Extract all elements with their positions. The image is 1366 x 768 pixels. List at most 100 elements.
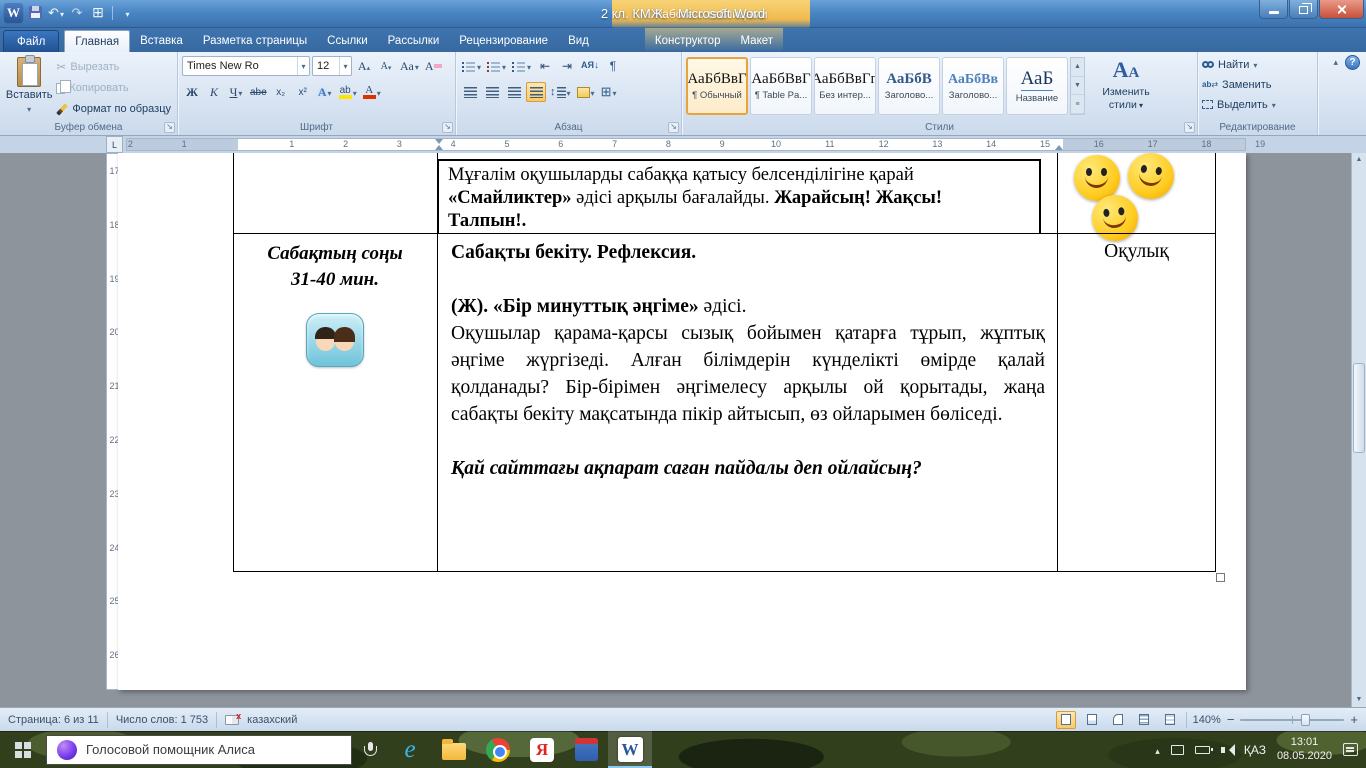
change-styles-button[interactable]: Изменить стили — [1091, 55, 1161, 112]
style-table-paragraph[interactable]: АаБбВвГ ¶ Table Pa... — [750, 57, 812, 115]
web-layout-view-button[interactable] — [1108, 711, 1128, 729]
text-effects-button[interactable]: А — [315, 82, 335, 102]
styles-scroll-up-icon[interactable]: ▲ — [1071, 58, 1084, 77]
multilevel-dropdown-icon[interactable] — [527, 59, 531, 73]
cut-button[interactable]: Вырезать — [54, 57, 173, 77]
tab-references[interactable]: Ссылки — [317, 30, 378, 52]
document-page[interactable]: Мұғалім оқушыларды сабаққа қатысу белсен… — [118, 153, 1246, 690]
replace-button[interactable]: Заменить — [1202, 75, 1313, 94]
fullscreen-reading-view-button[interactable] — [1082, 711, 1102, 729]
shading-button[interactable] — [575, 82, 597, 102]
tab-view[interactable]: Вид — [558, 30, 599, 52]
voice-search-button[interactable] — [352, 731, 388, 768]
battery-icon[interactable] — [1195, 746, 1210, 754]
action-center-icon[interactable] — [1343, 743, 1358, 756]
minimize-ribbon-icon[interactable] — [1333, 57, 1338, 68]
numbering-button[interactable] — [485, 56, 508, 76]
superscript-button[interactable]: х² — [293, 82, 313, 102]
paste-button[interactable]: Вставить — [4, 55, 54, 119]
align-left-button[interactable] — [460, 82, 480, 102]
taskbar-clock[interactable]: 13:01 08.05.2020 — [1277, 736, 1332, 763]
word-count[interactable]: Число слов: 1 753 — [116, 714, 208, 726]
format-painter-button[interactable]: Формат по образцу — [54, 99, 173, 119]
zoom-level[interactable]: 140% — [1193, 714, 1221, 726]
font-name-dropdown-icon[interactable] — [297, 57, 309, 75]
outline-view-button[interactable] — [1134, 711, 1154, 729]
zoom-out-button[interactable]: − — [1227, 715, 1235, 725]
style-no-spacing[interactable]: АаБбВвГг, Без интер... — [814, 57, 876, 115]
stage-cell[interactable]: Сабақтың соңы 31-40 мин. — [234, 241, 436, 571]
select-dropdown-icon[interactable] — [1272, 99, 1276, 111]
font-color-dropdown-icon[interactable] — [377, 85, 381, 99]
strikethrough-button[interactable]: abe — [248, 82, 269, 102]
style-normal[interactable]: АаБбВвГ ¶ Обычный — [686, 57, 748, 115]
highlight-dropdown-icon[interactable] — [353, 85, 357, 99]
input-language-indicator[interactable]: ҚАЗ — [1244, 743, 1266, 757]
font-dialog-launcher[interactable] — [442, 122, 453, 133]
tab-table-design[interactable]: Конструктор — [645, 30, 731, 52]
tab-mailings[interactable]: Рассылки — [378, 30, 450, 52]
right-indent-marker[interactable] — [1055, 141, 1063, 150]
paragraph-dialog-launcher[interactable] — [668, 122, 679, 133]
taskbar-internet-explorer[interactable] — [388, 731, 432, 768]
lesson-plan-table[interactable]: Мұғалім оқушыларды сабаққа қатысу белсен… — [233, 153, 1216, 571]
borders-button[interactable] — [599, 82, 619, 102]
start-button[interactable] — [0, 731, 46, 768]
style-heading-2[interactable]: АаБбВв Заголово... — [942, 57, 1004, 115]
draw-table-button[interactable] — [89, 4, 107, 22]
alisa-search-box[interactable]: Голосовой помощник Алиса — [46, 735, 352, 765]
italic-button[interactable]: К — [204, 82, 224, 102]
select-button[interactable]: Выделить — [1202, 95, 1313, 114]
align-right-button[interactable] — [504, 82, 524, 102]
tab-table-layout[interactable]: Макет — [730, 30, 783, 52]
change-case-button[interactable]: Аа — [398, 56, 421, 76]
highlight-button[interactable]: ab — [337, 82, 359, 102]
zoom-in-button[interactable]: + — [1350, 715, 1358, 725]
find-dropdown-icon[interactable] — [1253, 59, 1257, 71]
shading-dropdown-icon[interactable] — [591, 85, 595, 99]
find-button[interactable]: Найти — [1202, 55, 1313, 74]
taskbar-file-explorer[interactable] — [432, 731, 476, 768]
minimize-button[interactable] — [1259, 0, 1288, 19]
help-button[interactable]: ? — [1345, 55, 1360, 70]
style-heading-1[interactable]: АаБбВ Заголово... — [878, 57, 940, 115]
hanging-indent-marker[interactable] — [435, 141, 443, 150]
customize-qat-button[interactable] — [118, 4, 136, 22]
taskbar-word[interactable] — [608, 731, 652, 768]
tab-file[interactable]: Файл — [3, 30, 59, 52]
tab-review[interactable]: Рецензирование — [449, 30, 558, 52]
font-size-dropdown-icon[interactable] — [339, 57, 351, 75]
clear-formatting-button[interactable]: А — [423, 56, 444, 76]
decrease-indent-button[interactable] — [535, 56, 555, 76]
styles-dialog-launcher[interactable] — [1184, 122, 1195, 133]
table-resize-handle[interactable] — [1216, 573, 1225, 582]
line-spacing-button[interactable] — [548, 82, 573, 102]
font-color-button[interactable]: А — [361, 82, 383, 102]
bullets-button[interactable] — [460, 56, 483, 76]
scroll-up-icon[interactable]: ▲ — [1353, 154, 1365, 166]
bullets-dropdown-icon[interactable] — [477, 59, 481, 73]
undo-dropdown-icon[interactable] — [60, 5, 64, 20]
hidden-icons-chevron-icon[interactable] — [1155, 741, 1160, 759]
assessment-text-box[interactable]: Мұғалім оқушыларды сабаққа қатысу белсен… — [437, 159, 1041, 233]
style-title[interactable]: АаБ Название — [1006, 57, 1068, 115]
sort-button[interactable]: АЯ — [579, 56, 601, 76]
taskbar-pinned-app[interactable] — [564, 731, 608, 768]
line-spacing-dropdown-icon[interactable] — [567, 85, 571, 99]
language-indicator[interactable]: казахский — [247, 714, 297, 726]
vertical-scrollbar[interactable]: ▲ ▼ — [1351, 153, 1366, 707]
page-indicator[interactable]: Страница: 6 из 11 — [8, 714, 99, 726]
close-button[interactable] — [1319, 0, 1364, 19]
numbering-dropdown-icon[interactable] — [502, 59, 506, 73]
zoom-slider[interactable] — [1240, 719, 1344, 721]
tab-insert[interactable]: Вставка — [130, 30, 193, 52]
draft-view-button[interactable] — [1160, 711, 1180, 729]
subscript-button[interactable]: х₂ — [271, 82, 291, 102]
redo-button[interactable] — [68, 4, 86, 22]
scroll-down-icon[interactable]: ▼ — [1353, 694, 1365, 706]
restore-button[interactable] — [1289, 0, 1318, 19]
proofing-errors-icon[interactable] — [225, 715, 239, 725]
document-area[interactable]: 17181920212223242526 Мұғалім оқушыларды … — [0, 153, 1366, 707]
clipboard-dialog-launcher[interactable] — [164, 122, 175, 133]
taskbar-chrome[interactable] — [476, 731, 520, 768]
